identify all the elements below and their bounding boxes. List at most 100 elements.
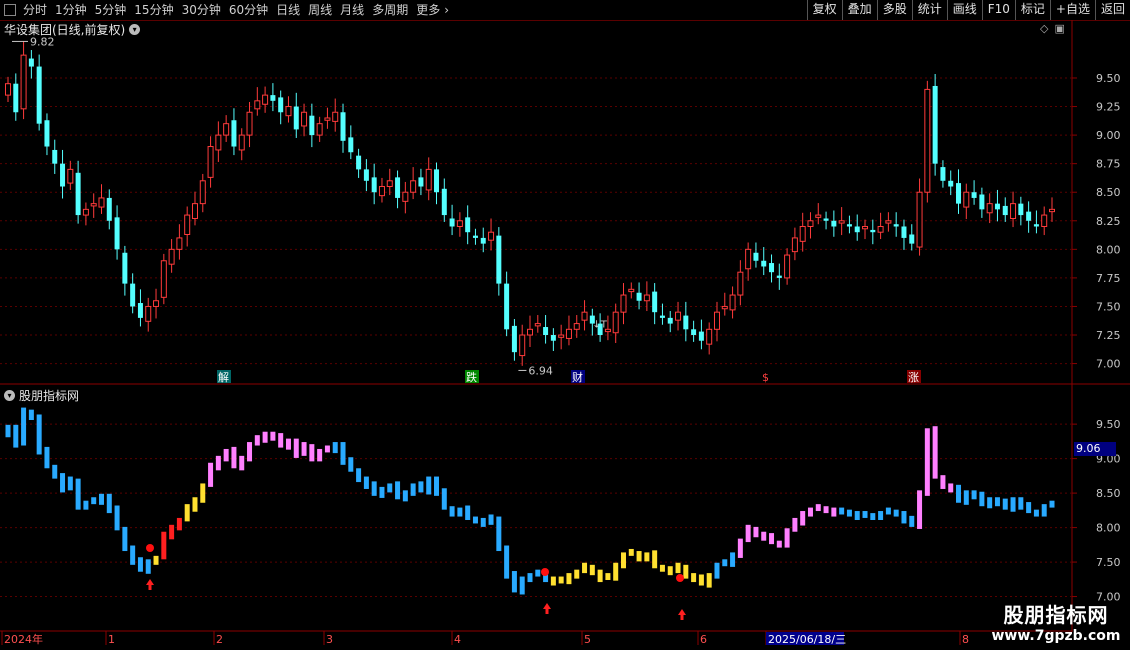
candle-body (558, 334, 565, 338)
candle-body (5, 83, 11, 96)
indicator-bar (807, 507, 813, 517)
candle-body (199, 180, 206, 205)
indicator-bar (589, 564, 595, 576)
price-tick-label: 8.25 (1096, 215, 1121, 228)
indicator-bar (885, 507, 891, 515)
indicator-bar (628, 548, 634, 556)
candle-body (122, 252, 128, 284)
indicator-bar (28, 409, 34, 420)
candle-body (90, 203, 97, 207)
indicator-bar (948, 483, 954, 493)
indicator-bar (114, 505, 120, 531)
indicator-bar (410, 483, 416, 496)
candle-body (854, 226, 860, 233)
indicator-bar (270, 431, 276, 441)
kline-chart[interactable]: 9.50 9.25 9.00 8.75 8.50 8.25 8.00 7.75 7.50 7.25… (0, 0, 1130, 650)
event-marker-label[interactable]: 解 (218, 370, 229, 384)
indicator-bar (683, 564, 689, 579)
indicator-bar (636, 551, 642, 562)
indicator-bar (200, 483, 206, 503)
indicator-bar (301, 442, 307, 456)
indicator-bar (332, 442, 338, 454)
event-marker-label[interactable]: 涨 (908, 371, 919, 384)
event-marker-label[interactable]: 财 (572, 370, 583, 384)
candle-body (449, 218, 455, 227)
event-marker-label[interactable]: $ (762, 371, 769, 384)
indicator-tick-label: 9.50 (1096, 418, 1121, 431)
indicator-bar (800, 511, 806, 526)
indicator-bar (426, 476, 432, 495)
time-tick-label: 2024年 (4, 632, 43, 646)
signal-dot-icon (541, 568, 549, 576)
indicator-bar (52, 464, 58, 479)
indicator-bar (979, 491, 985, 507)
candle-body (1010, 203, 1017, 219)
candle-body (75, 172, 81, 216)
candle-body (238, 134, 245, 151)
indicator-bar (971, 490, 977, 500)
time-tick-label: 6 (700, 633, 707, 646)
candle-body (98, 197, 105, 208)
indicator-bar (511, 571, 517, 593)
indicator-bar (831, 507, 837, 517)
indicator-bar (870, 513, 876, 520)
candle-body (948, 180, 954, 187)
buy-signal-arrow-icon (678, 609, 686, 620)
indicator-bar (441, 488, 447, 510)
indicator-bar (169, 524, 175, 540)
time-tick-label: 2025/06/18/三 (768, 633, 846, 646)
indicator-bar (356, 468, 362, 483)
indicator-bar (480, 517, 486, 527)
candle-body (628, 288, 635, 293)
candle-body (114, 217, 120, 250)
indicator-bar (379, 486, 385, 498)
price-tick-label: 7.00 (1096, 358, 1121, 371)
candle-body (153, 300, 160, 307)
candle-body (441, 188, 447, 216)
indicator-bar (1010, 497, 1016, 512)
candle-body (706, 328, 713, 345)
candle-body (721, 305, 728, 310)
candle-body (784, 254, 791, 279)
indicator-tick-label: 8.50 (1096, 487, 1121, 500)
candle-body (698, 331, 704, 341)
indicator-bar (192, 497, 198, 512)
event-marker-label[interactable]: 跌 (466, 370, 477, 384)
candle-body (316, 123, 323, 136)
candle-body (425, 168, 432, 191)
indicator-bar (472, 516, 478, 524)
candle-body (1033, 224, 1039, 227)
indicator-bar (761, 531, 767, 541)
indicator-bar (130, 545, 136, 565)
candle-body (527, 328, 533, 336)
candle-body (340, 112, 346, 141)
indicator-bar (792, 517, 798, 532)
candle-body (893, 224, 899, 227)
watermark: 股朋指标网 www.7gpzb.com (986, 599, 1126, 644)
signal-dot-icon (676, 574, 684, 582)
indicator-bar (815, 504, 821, 512)
indicator-bar (21, 407, 27, 446)
indicator-bar (659, 564, 665, 572)
candle-body (207, 146, 214, 178)
indicator-bar (667, 566, 673, 576)
indicator-bar (613, 562, 619, 581)
indicator-bar (208, 462, 214, 487)
candle-body (418, 177, 424, 187)
price-tick-labels: 9.50 9.25 9.00 8.75 8.50 8.25 8.00 7.75 7.50 7.25… (1072, 72, 1121, 371)
candle-body (565, 328, 572, 339)
candle-body (924, 88, 931, 193)
candle-body (994, 203, 1000, 210)
indicator-bar (488, 514, 494, 525)
candle-body (285, 106, 292, 117)
price-tick-label: 9.00 (1096, 129, 1121, 142)
indicator-bar (176, 517, 182, 531)
candle-body (667, 317, 673, 324)
low-price-label: 6.94 (528, 364, 553, 377)
indicator-bar (418, 481, 424, 493)
candle-body (145, 305, 152, 322)
indicator-bar (706, 573, 712, 588)
candle-body (612, 311, 619, 334)
candle-body (410, 180, 417, 193)
indicator-bar (5, 424, 11, 438)
